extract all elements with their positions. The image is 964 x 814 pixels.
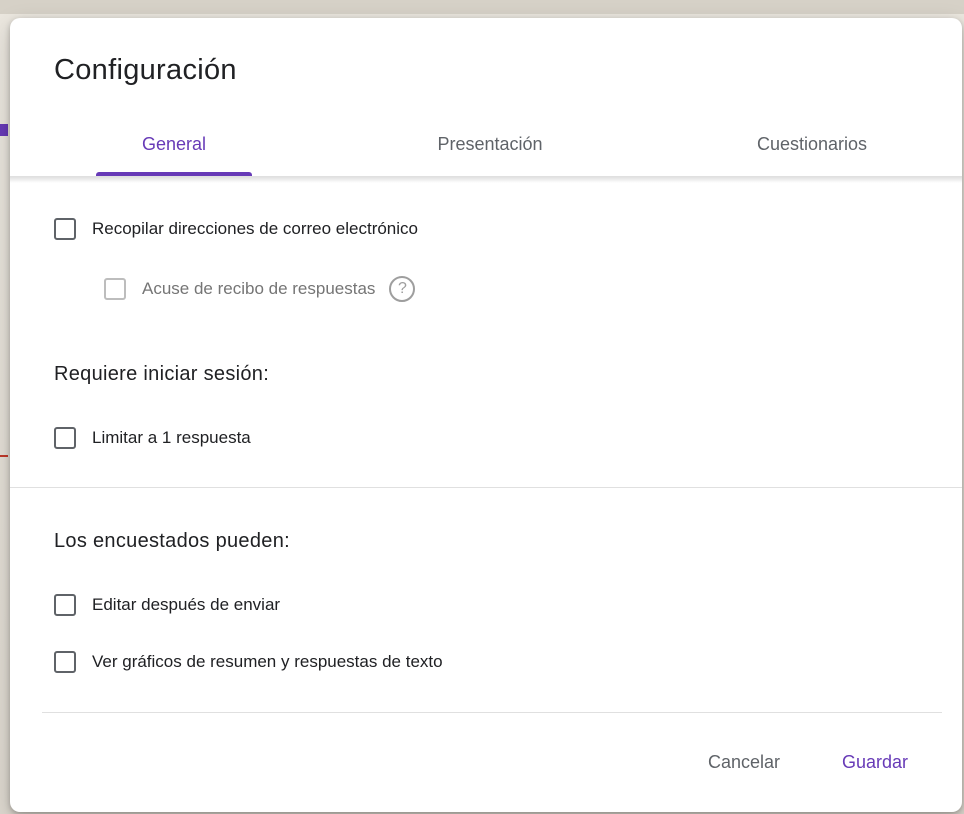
sign-in-heading: Requiere iniciar sesión: [54, 363, 270, 385]
limit-one-response-checkbox[interactable] [54, 427, 76, 449]
tab-bar-divider [10, 176, 962, 183]
settings-dialog: Configuración General Presentación Cuest… [10, 18, 962, 812]
tab-quizzes[interactable]: Cuestionarios [722, 126, 902, 176]
collect-emails-option[interactable]: Recopilar direcciones de correo electrón… [54, 218, 418, 240]
see-summary-label: Ver gráficos de resumen y respuestas de … [92, 652, 443, 671]
see-summary-option[interactable]: Ver gráficos de resumen y respuestas de … [54, 651, 443, 673]
cancel-button[interactable]: Cancelar [700, 746, 788, 779]
background-header-strip [0, 0, 964, 14]
response-receipts-option: Acuse de recibo de respuestas ? [104, 276, 416, 302]
collect-emails-checkbox[interactable] [54, 218, 76, 240]
tab-presentation[interactable]: Presentación [410, 126, 570, 176]
see-summary-checkbox[interactable] [54, 651, 76, 673]
tab-general[interactable]: General [96, 126, 252, 176]
edit-after-submit-option[interactable]: Editar después de enviar [54, 594, 280, 616]
limit-one-response-option[interactable]: Limitar a 1 respuesta [54, 427, 251, 449]
help-circle-icon[interactable]: ? [389, 276, 416, 302]
save-button[interactable]: Guardar [834, 746, 916, 779]
section-divider [10, 487, 962, 488]
dialog-title: Configuración [54, 54, 237, 86]
background-accent-mark [0, 124, 8, 136]
edit-after-submit-checkbox[interactable] [54, 594, 76, 616]
response-receipts-checkbox [104, 278, 126, 300]
edit-after-submit-label: Editar después de enviar [92, 595, 281, 614]
background-red-mark [0, 455, 8, 457]
respondents-heading: Los encuestados pueden: [54, 530, 290, 552]
response-receipts-label: Acuse de recibo de respuestas [142, 279, 376, 298]
footer-divider [42, 712, 942, 713]
limit-one-response-label: Limitar a 1 respuesta [92, 428, 251, 447]
collect-emails-label: Recopilar direcciones de correo electrón… [92, 219, 418, 238]
